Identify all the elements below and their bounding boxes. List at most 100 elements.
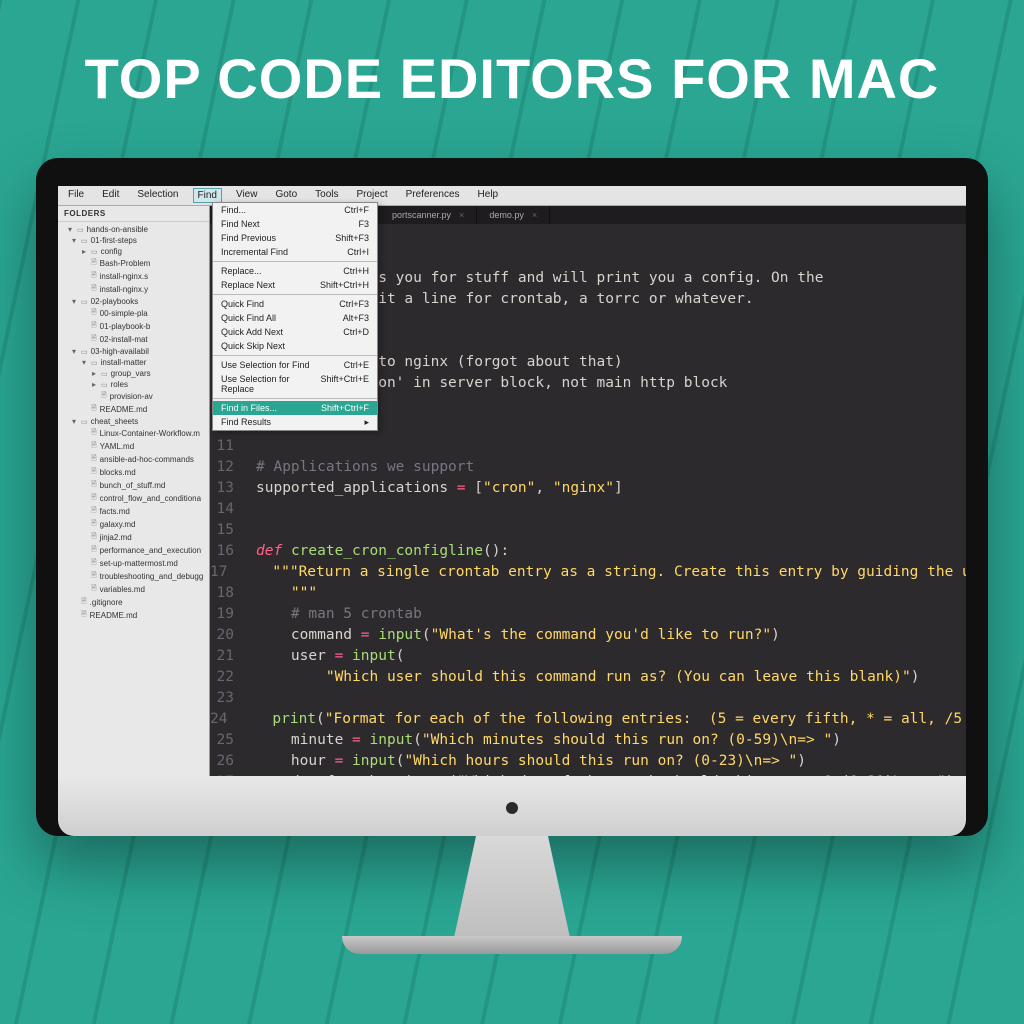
tree-item[interactable]: 🗎performance_and_execution	[58, 544, 209, 557]
tree-item[interactable]: ▸▭roles	[58, 379, 209, 390]
tree-item[interactable]: 🗎install-nginx.s	[58, 270, 209, 283]
tree-item[interactable]: 🗎variables.md	[58, 583, 209, 596]
code-line[interactable]: 19 # man 5 crontab	[210, 604, 966, 625]
tree-item[interactable]: ▾▭cheat_sheets	[58, 416, 209, 427]
tree-item[interactable]: 🗎set-up-mattermost.md	[58, 557, 209, 570]
tree-item[interactable]: 🗎blocks.md	[58, 466, 209, 479]
menu-item[interactable]: Find in Files...Shift+Ctrl+F	[213, 401, 377, 415]
menu-item[interactable]: Find...Ctrl+F	[213, 203, 377, 217]
code-line[interactable]: 15	[210, 520, 966, 541]
menu-item[interactable]: Use Selection for FindCtrl+E	[213, 358, 377, 372]
menu-tools[interactable]: Tools	[311, 188, 342, 203]
tree-item[interactable]: 🗎provision-av	[58, 390, 209, 403]
menu-item[interactable]: Quick Add NextCtrl+D	[213, 325, 377, 339]
folder-tree[interactable]: ▾▭hands-on-ansible▾▭01-first-steps▸▭conf…	[58, 222, 209, 624]
code-line[interactable]: 23	[210, 688, 966, 709]
menu-help[interactable]: Help	[474, 188, 503, 203]
file-icon: 🗎	[91, 258, 97, 269]
tree-item[interactable]: 🗎bunch_of_stuff.md	[58, 479, 209, 492]
tree-item[interactable]: 🗎troubleshooting_and_debugg	[58, 570, 209, 583]
file-icon: 🗎	[81, 597, 87, 608]
menu-preferences[interactable]: Preferences	[402, 188, 464, 203]
code-line[interactable]: 24 print("Format for each of the followi…	[210, 709, 966, 730]
tree-item[interactable]: 🗎ansible-ad-hoc-commands	[58, 453, 209, 466]
file-icon: 🗎	[91, 493, 97, 504]
tree-item[interactable]: 🗎galaxy.md	[58, 518, 209, 531]
menu-item[interactable]: Use Selection for ReplaceShift+Ctrl+E	[213, 372, 377, 396]
code-line[interactable]: 12# Applications we support	[210, 457, 966, 478]
code-line[interactable]: 20 command = input("What's the command y…	[210, 625, 966, 646]
menu-project[interactable]: Project	[353, 188, 392, 203]
menu-file[interactable]: File	[64, 188, 88, 203]
tree-item[interactable]: ▾▭02-playbooks	[58, 296, 209, 307]
menu-item[interactable]: Incremental FindCtrl+I	[213, 245, 377, 259]
tree-item[interactable]: 🗎Bash-Problem	[58, 257, 209, 270]
line-number: 21	[210, 646, 244, 667]
tree-item[interactable]: ▾▭01-first-steps	[58, 235, 209, 246]
folder-icon: ▭	[81, 348, 88, 356]
find-menu-dropdown[interactable]: Find...Ctrl+FFind NextF3Find PreviousShi…	[212, 202, 378, 431]
menu-item[interactable]: Quick Skip Next	[213, 339, 377, 353]
menu-item[interactable]: Quick FindCtrl+F3	[213, 297, 377, 311]
tree-item[interactable]: 🗎README.md	[58, 403, 209, 416]
tree-item[interactable]: ▸▭group_vars	[58, 368, 209, 379]
file-icon: 🗎	[91, 428, 97, 439]
code-line[interactable]: 17 """Return a single crontab entry as a…	[210, 562, 966, 583]
menu-item[interactable]: Quick Find AllAlt+F3	[213, 311, 377, 325]
tree-item[interactable]: 🗎facts.md	[58, 505, 209, 518]
file-icon: 🗎	[91, 467, 97, 478]
code-line[interactable]: 21 user = input(	[210, 646, 966, 667]
folder-icon: ▭	[81, 418, 88, 426]
tab[interactable]: portscanner.py×	[380, 206, 477, 224]
tree-item[interactable]: 🗎jinja2.md	[58, 531, 209, 544]
menu-edit[interactable]: Edit	[98, 188, 123, 203]
menu-view[interactable]: View	[232, 188, 262, 203]
page-headline: TOP CODE EDITORS FOR MAC	[0, 0, 1024, 111]
folder-icon: ▭	[81, 237, 88, 245]
tree-item[interactable]: ▸▭config	[58, 246, 209, 257]
menu-goto[interactable]: Goto	[271, 188, 301, 203]
tree-item[interactable]: 🗎01-playbook-b	[58, 320, 209, 333]
menu-selection[interactable]: Selection	[133, 188, 182, 203]
line-number: 14	[210, 499, 244, 520]
line-number: 25	[210, 730, 244, 751]
tree-item[interactable]: 🗎YAML.md	[58, 440, 209, 453]
tree-item[interactable]: ▾▭install-matter	[58, 357, 209, 368]
menu-bar[interactable]: File Edit Selection Find View Goto Tools Projec…	[58, 186, 966, 206]
file-icon: 🗎	[91, 404, 97, 415]
file-icon: 🗎	[91, 480, 97, 491]
code-line[interactable]: 16def create_cron_configline():	[210, 541, 966, 562]
tree-item[interactable]: 🗎control_flow_and_conditiona	[58, 492, 209, 505]
tree-item[interactable]: 🗎install-nginx.y	[58, 283, 209, 296]
tree-item[interactable]: ▾▭hands-on-ansible	[58, 224, 209, 235]
code-line[interactable]: 18 """	[210, 583, 966, 604]
tree-item[interactable]: 🗎.gitignore	[58, 596, 209, 609]
tree-item[interactable]: ▾▭03-high-availabil	[58, 346, 209, 357]
menu-item[interactable]: Find PreviousShift+F3	[213, 231, 377, 245]
line-number: 12	[210, 457, 244, 478]
code-line[interactable]: 13supported_applications = ["cron", "ngi…	[210, 478, 966, 499]
menu-item[interactable]: Replace NextShift+Ctrl+H	[213, 278, 377, 292]
code-line[interactable]: 22 "Which user should this command run a…	[210, 667, 966, 688]
menu-find[interactable]: Find	[193, 188, 222, 203]
tab[interactable]: demo.py×	[477, 206, 550, 224]
file-icon: 🗎	[91, 584, 97, 595]
tree-item[interactable]: 🗎00-simple-pla	[58, 307, 209, 320]
tree-item[interactable]: 🗎README.md	[58, 609, 209, 622]
menu-item[interactable]: Find NextF3	[213, 217, 377, 231]
file-icon: 🗎	[101, 391, 107, 402]
close-icon[interactable]: ×	[532, 210, 537, 220]
tree-item[interactable]: 🗎Linux-Container-Workflow.m	[58, 427, 209, 440]
tree-item[interactable]: 🗎02-install-mat	[58, 333, 209, 346]
sidebar[interactable]: FOLDERS ▾▭hands-on-ansible▾▭01-first-ste…	[58, 206, 210, 776]
file-icon: 🗎	[91, 519, 97, 530]
editor-app: File Edit Selection Find View Goto Tools Projec…	[58, 186, 966, 776]
code-line[interactable]: 26 hour = input("Which hours should this…	[210, 751, 966, 772]
code-line[interactable]: 14	[210, 499, 966, 520]
code-line[interactable]: 11	[210, 436, 966, 457]
close-icon[interactable]: ×	[459, 210, 464, 220]
sidebar-header: FOLDERS	[58, 206, 209, 222]
menu-item[interactable]: Find Results▸	[213, 415, 377, 430]
code-line[interactable]: 25 minute = input("Which minutes should …	[210, 730, 966, 751]
menu-item[interactable]: Replace...Ctrl+H	[213, 264, 377, 278]
